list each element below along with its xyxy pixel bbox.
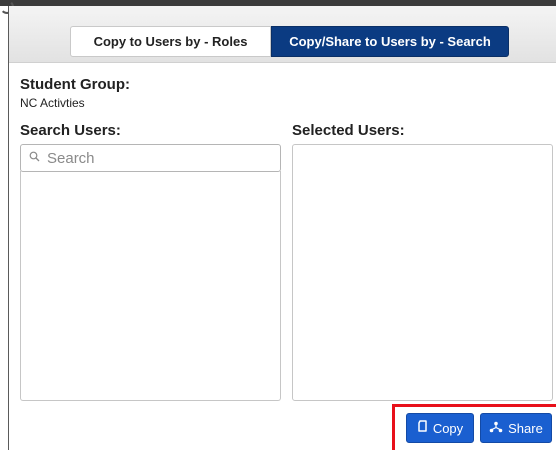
selected-users-list[interactable]: [292, 144, 553, 401]
student-group-heading: Student Group:: [20, 76, 130, 93]
copy-icon: [417, 420, 428, 436]
copy-button-label: Copy: [432, 420, 464, 436]
search-icon: [29, 149, 40, 167]
dialog-left-border: [8, 6, 9, 450]
share-icon: [489, 421, 503, 436]
tab-copy-by-roles[interactable]: Copy to Users by - Roles: [70, 26, 271, 57]
share-button[interactable]: Share: [480, 413, 552, 443]
share-button-label: Share: [508, 420, 543, 436]
copy-button[interactable]: Copy: [406, 413, 474, 443]
selected-users-heading: Selected Users:: [292, 122, 405, 139]
search-input-wrapper: [20, 144, 281, 172]
search-users-heading: Search Users:: [20, 122, 121, 139]
search-users-input[interactable]: [45, 148, 269, 168]
search-results-list[interactable]: [20, 171, 281, 401]
tab-bar: Copy to Users by - Roles Copy/Share to U…: [9, 6, 556, 63]
tab-copy-share-by-search[interactable]: Copy/Share to Users by - Search: [271, 26, 509, 57]
student-group-value: NC Activties: [20, 96, 85, 110]
